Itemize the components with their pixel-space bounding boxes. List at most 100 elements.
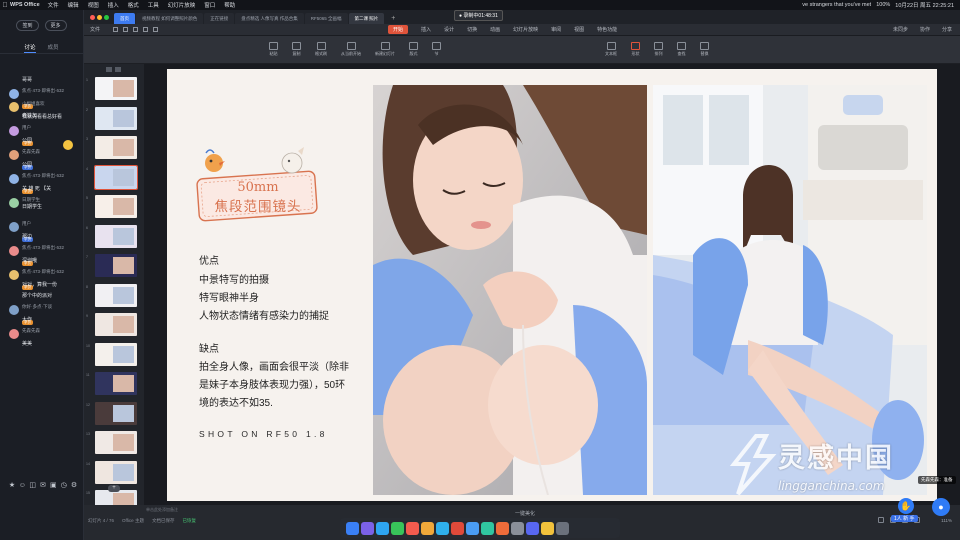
ribbon-tab-insert[interactable]: 插入 [421, 26, 431, 33]
notes-hint[interactable]: 单击此处添加备注 [146, 507, 178, 513]
find-button[interactable]: 查找 [677, 42, 686, 57]
battery-level[interactable]: 100% [876, 2, 890, 8]
slide-thumbnail[interactable]: 13 [84, 430, 144, 460]
share-button[interactable]: 分享 [942, 26, 952, 33]
chat-message[interactable]: 美美 [0, 340, 84, 351]
ribbon-tab-animation[interactable]: 动画 [490, 26, 500, 33]
wechat-icon[interactable] [481, 521, 494, 535]
chat-list[interactable]: 哥哥 焦点·473·即将出·632 学员 老铁加 小姐姐喜欢 我就先看看总好看用户 学员 公园… [0, 76, 84, 481]
print-icon[interactable] [133, 27, 139, 32]
new-tab-icon[interactable]: + [391, 15, 395, 22]
chat-message[interactable]: 公园 [0, 161, 84, 172]
tab-home[interactable]: 首页 [114, 13, 135, 24]
beautify-hint[interactable]: 一键美化 [515, 510, 535, 517]
ribbon-tab-start[interactable]: 开始 [388, 25, 409, 34]
doc-tab-active[interactable]: 第二课 照片 [348, 13, 385, 24]
menu-tools[interactable]: 工具 [148, 1, 159, 9]
slide-thumbnail[interactable]: 3 [84, 135, 144, 165]
checkin-button[interactable]: 签到 [16, 19, 39, 31]
chat-message[interactable]: 用户 学员 [0, 220, 84, 242]
sync-status[interactable]: 未同步 [893, 26, 908, 33]
image-icon[interactable]: ▣ [49, 482, 57, 490]
folder-icon[interactable] [541, 521, 554, 535]
chat-app-icon[interactable] [436, 521, 449, 535]
ribbon-tab-design[interactable]: 设计 [444, 26, 454, 33]
apple-icon[interactable]:  [0, 2, 10, 9]
ribbon-tab-view[interactable]: 视图 [574, 26, 584, 33]
portrait-photo-closeup[interactable] [373, 85, 647, 495]
photos-icon[interactable] [421, 521, 434, 535]
slide-thumbnail[interactable]: 10 [84, 342, 144, 372]
menu-help[interactable]: 帮助 [224, 1, 235, 9]
star-icon[interactable]: ★ [8, 482, 16, 490]
chat-message[interactable]: 焦点·473·即将出·632 学员 老铁加 [0, 87, 84, 119]
music-icon[interactable] [406, 521, 419, 535]
more-button[interactable]: 更多 [44, 19, 67, 31]
ribbon-tab-features[interactable]: 特色功能 [597, 26, 617, 33]
avatar[interactable] [9, 198, 19, 208]
menu-view[interactable]: 视图 [88, 1, 99, 9]
chat-message[interactable]: 关 雄 死 【关 [0, 185, 84, 196]
slide-thumbnail[interactable]: 6 [84, 224, 144, 254]
launchpad-icon[interactable] [361, 521, 374, 535]
slide-thumbnail[interactable]: 9 [84, 312, 144, 342]
avatar[interactable] [9, 329, 19, 339]
slide-thumbnail[interactable]: 1 [84, 76, 144, 106]
now-playing[interactable]: ve strangers that you've met [802, 2, 871, 8]
redo-icon[interactable] [153, 27, 159, 32]
shape-button[interactable]: 形状 [631, 42, 640, 57]
messages-icon[interactable] [391, 521, 404, 535]
collab-button[interactable]: 协作 [920, 26, 930, 33]
doc-tab[interactable]: 正在链接 [204, 13, 235, 24]
outline-view-icon[interactable] [115, 67, 121, 72]
save-icon[interactable] [123, 27, 129, 32]
slide-thumbnail[interactable]: 5 [84, 194, 144, 224]
chat-message[interactable]: 那边 [0, 233, 84, 244]
format-painter-button[interactable]: 格式刷 [315, 42, 327, 57]
app-name[interactable]: WPS Office [10, 2, 40, 8]
zoom-level[interactable]: 111% [941, 518, 952, 523]
chat-message[interactable]: 我就先看看总好看 [0, 113, 84, 124]
add-slide-button[interactable]: + [108, 485, 120, 492]
avatar[interactable] [9, 305, 19, 315]
doc-tab[interactable]: RF5065 全画幅 [304, 13, 348, 24]
open-icon[interactable] [113, 27, 119, 32]
zoom-window-icon[interactable] [104, 15, 109, 20]
smile-icon[interactable]: ☺ [18, 482, 26, 490]
lightroom-icon[interactable] [466, 521, 479, 535]
avatar[interactable] [9, 102, 19, 112]
section-button[interactable]: 节 [432, 42, 441, 57]
mail-icon[interactable]: ✉ [39, 482, 47, 490]
chat-message[interactable]: 小姐姐喜欢 [0, 100, 84, 113]
settings-icon[interactable]: ⚙ [70, 482, 78, 490]
menu-slideshow[interactable]: 幻灯片放映 [168, 1, 196, 9]
clock-icon[interactable]: ◷ [60, 482, 68, 490]
video-app-icon[interactable] [496, 521, 509, 535]
menu-edit[interactable]: 编辑 [68, 1, 79, 9]
chat-message[interactable]: 哥哥 [0, 76, 84, 87]
ribbon-tab-transition[interactable]: 切换 [467, 26, 477, 33]
avatar[interactable] [9, 246, 19, 256]
chat-message[interactable]: 焦点·473·即将出·632 学员 [0, 172, 84, 194]
slide-thumbnail[interactable]: 4 [84, 164, 144, 195]
new-slide-button[interactable]: 新建幻灯片 [375, 42, 395, 57]
chat-bubble-button[interactable]: ● [932, 498, 950, 516]
viewer-chip[interactable]: ✋ 1人 新 手 [891, 498, 919, 524]
paste-button[interactable]: 粘贴 [269, 42, 278, 57]
chat-message[interactable]: 先森先森 [0, 327, 84, 340]
chat-message[interactable]: 深圳哦 [0, 257, 84, 268]
doc-tab[interactable]: 盘点精选 人像写真 作品合集 [235, 13, 304, 24]
arrange-button[interactable]: 排列 [654, 42, 663, 57]
chat-message[interactable]: 先森先森 学员 [0, 148, 84, 170]
replace-button[interactable]: 替换 [700, 42, 709, 57]
minimize-window-icon[interactable] [97, 15, 102, 20]
avatar[interactable] [9, 222, 19, 232]
normal-view-icon[interactable] [878, 517, 884, 523]
safari-icon[interactable] [376, 521, 389, 535]
slide-thumbnail[interactable]: 12 [84, 401, 144, 431]
avatar[interactable] [9, 270, 19, 280]
ribbon-tab-review[interactable]: 审阅 [551, 26, 561, 33]
layout-button[interactable]: 版式 [409, 42, 418, 57]
textbox-button[interactable]: 文本框 [605, 42, 617, 57]
menu-format[interactable]: 格式 [128, 1, 139, 9]
